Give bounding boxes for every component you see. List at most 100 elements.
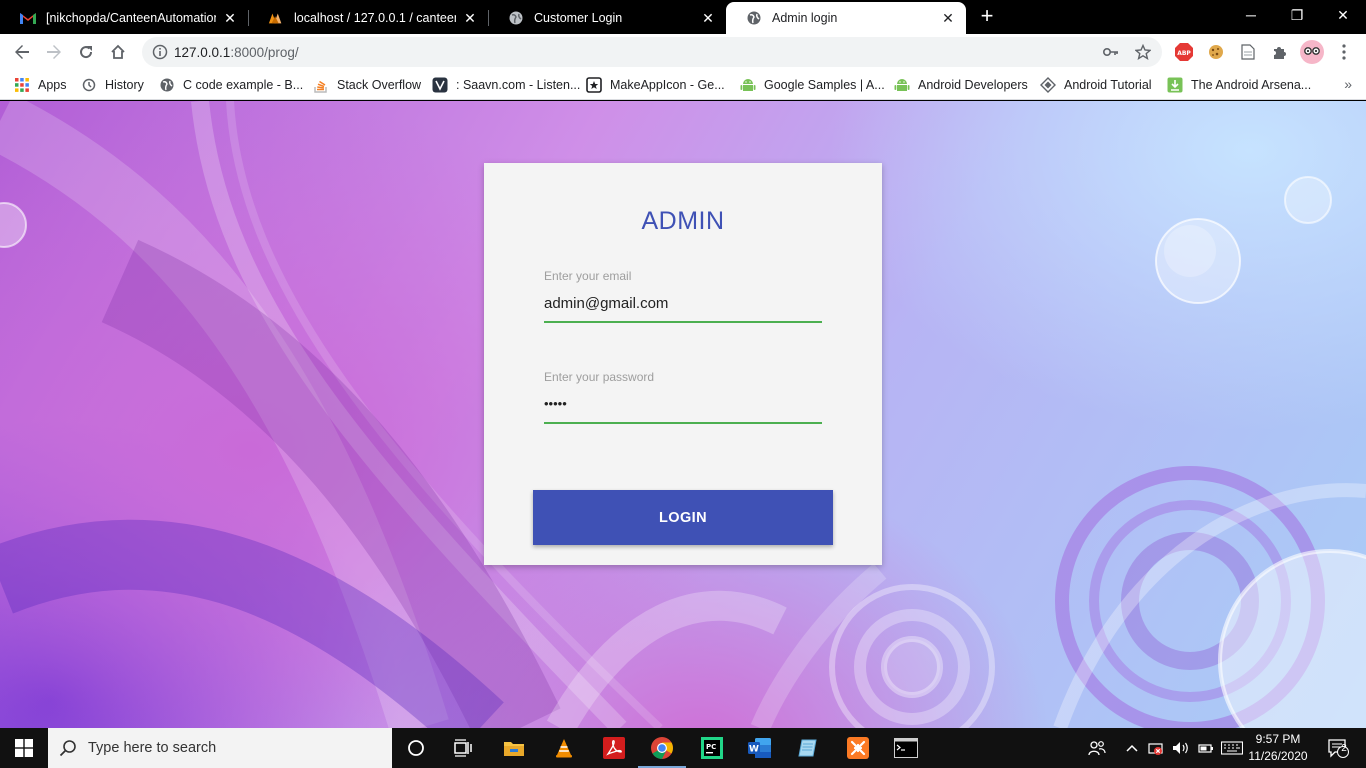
taskbar-search-box[interactable]: Type here to search bbox=[48, 728, 392, 768]
extensions-puzzle-icon[interactable] bbox=[1270, 42, 1290, 62]
bookmark-label: Android Developers bbox=[918, 78, 1028, 92]
svg-text:W: W bbox=[749, 745, 759, 755]
new-tab-button[interactable]: + bbox=[976, 5, 998, 28]
email-label: Enter your email bbox=[544, 269, 632, 283]
svg-text:ABP: ABP bbox=[1177, 50, 1191, 57]
tab-admin-login[interactable]: Admin login ✕ bbox=[726, 2, 966, 34]
bookmark-android-tutorial[interactable]: Android Tutorial bbox=[1040, 76, 1152, 94]
forward-arrow-icon bbox=[47, 45, 61, 59]
battery-warning-icon[interactable] bbox=[1146, 728, 1168, 768]
address-bar[interactable]: 127.0.0.1:8000/prog/ bbox=[142, 37, 1162, 67]
taskbar-clock[interactable]: 9:57 PM 11/26/2020 bbox=[1244, 731, 1312, 765]
reload-button[interactable] bbox=[72, 38, 100, 66]
bookmark-android-developers[interactable]: Android Developers bbox=[894, 76, 1028, 94]
home-button[interactable] bbox=[104, 38, 132, 66]
acrobat-icon[interactable] bbox=[600, 734, 628, 762]
close-window-button[interactable]: ✕ bbox=[1320, 0, 1366, 30]
forward-button[interactable] bbox=[40, 38, 68, 66]
history-icon bbox=[81, 77, 97, 93]
volume-icon[interactable] bbox=[1170, 728, 1192, 768]
xampp-icon[interactable] bbox=[844, 734, 872, 762]
bookmark-google-samples[interactable]: Google Samples | A... bbox=[740, 76, 885, 94]
password-input[interactable]: ••••• bbox=[544, 396, 822, 418]
bookmarks-overflow-button[interactable]: » bbox=[1344, 76, 1352, 92]
arsenal-icon bbox=[1167, 77, 1183, 93]
windows-logo-icon bbox=[15, 739, 33, 757]
bookmark-apps[interactable]: Apps bbox=[14, 76, 67, 94]
power-plug-icon[interactable] bbox=[1194, 728, 1216, 768]
document-icon[interactable] bbox=[1238, 42, 1258, 62]
tab-close-icon[interactable]: ✕ bbox=[222, 10, 238, 26]
bookmark-label: The Android Arsena... bbox=[1191, 78, 1312, 92]
bookmark-history[interactable]: History bbox=[81, 76, 144, 94]
cortana-icon[interactable] bbox=[402, 734, 430, 762]
globe-icon bbox=[508, 10, 524, 26]
tab-close-icon[interactable]: ✕ bbox=[940, 10, 956, 26]
restore-button[interactable]: ❐ bbox=[1274, 0, 1320, 30]
email-input[interactable]: admin@gmail.com bbox=[544, 295, 822, 317]
login-button[interactable]: LOGIN bbox=[533, 490, 833, 545]
cookie-icon[interactable] bbox=[1206, 42, 1226, 62]
page-content: ADMIN Enter your email admin@gmail.com E… bbox=[0, 101, 1366, 728]
people-icon[interactable] bbox=[1084, 728, 1110, 768]
tab-title: [nikchopda/CanteenAutomation] bbox=[46, 11, 216, 25]
android-icon bbox=[894, 77, 910, 93]
login-heading: ADMIN bbox=[641, 207, 725, 235]
clock-date: 11/26/2020 bbox=[1248, 749, 1308, 763]
bookmark-stackoverflow[interactable]: Stack Overflow bbox=[313, 76, 421, 94]
bookmark-android-arsenal[interactable]: The Android Arsena... bbox=[1167, 76, 1311, 94]
bookmark-makeappicon[interactable]: MakeAppIcon - Ge... bbox=[586, 76, 725, 94]
tab-customer-login[interactable]: Customer Login ✕ bbox=[488, 2, 726, 34]
word-icon[interactable]: W bbox=[746, 734, 774, 762]
minimize-button[interactable]: ─ bbox=[1228, 0, 1274, 30]
profile-avatar-icon[interactable] bbox=[1300, 40, 1324, 64]
email-field-group: Enter your email admin@gmail.com bbox=[544, 269, 822, 323]
reload-icon bbox=[80, 46, 93, 59]
makeappicon-icon bbox=[586, 77, 602, 93]
windows-taskbar: Type here to search PC W 9:57 PM 11/26/2… bbox=[0, 728, 1366, 768]
tray-chevron-up-icon[interactable] bbox=[1122, 728, 1142, 768]
bookmark-label: Google Samples | A... bbox=[764, 78, 885, 92]
bookmark-star-icon[interactable] bbox=[1134, 43, 1152, 61]
pycharm-icon[interactable]: PC bbox=[698, 734, 726, 762]
bookmark-saavn[interactable]: : Saavn.com - Listen... bbox=[432, 76, 580, 94]
keyboard-icon[interactable] bbox=[1220, 728, 1244, 768]
bookmark-label: Android Tutorial bbox=[1064, 78, 1152, 92]
apps-grid-icon bbox=[14, 77, 30, 93]
bookmark-label: MakeAppIcon - Ge... bbox=[610, 78, 725, 92]
key-icon[interactable] bbox=[1102, 43, 1120, 61]
tab-phpmyadmin[interactable]: localhost / 127.0.0.1 / canteenautomatio… bbox=[248, 2, 488, 34]
menu-kebab-icon[interactable] bbox=[1334, 42, 1354, 62]
start-button[interactable] bbox=[0, 728, 48, 768]
site-info-icon[interactable] bbox=[152, 44, 168, 60]
bookmark-label: C code example - B... bbox=[183, 78, 304, 92]
notepad-icon[interactable] bbox=[794, 734, 822, 762]
stackoverflow-icon bbox=[313, 77, 329, 93]
tab-close-icon[interactable]: ✕ bbox=[462, 10, 478, 26]
bookmark-c-code[interactable]: C code example - B... bbox=[159, 76, 303, 94]
task-view-icon[interactable] bbox=[450, 734, 478, 762]
url-text: 127.0.0.1:8000/prog/ bbox=[174, 45, 299, 60]
password-label: Enter your password bbox=[544, 370, 655, 384]
browser-toolbar: 127.0.0.1:8000/prog/ ABP bbox=[0, 34, 1366, 70]
adblock-plus-icon[interactable]: ABP bbox=[1174, 42, 1194, 62]
command-prompt-icon[interactable] bbox=[892, 734, 920, 762]
saavn-icon bbox=[432, 77, 448, 93]
bookmarks-bar: Apps History C code example - B... Stack… bbox=[0, 70, 1366, 100]
chrome-icon[interactable] bbox=[648, 734, 676, 762]
tab-gmail[interactable]: [nikchopda/CanteenAutomation] ✕ bbox=[0, 2, 248, 34]
url-host: 127.0.0.1 bbox=[174, 45, 231, 60]
notification-count: 2 bbox=[1341, 743, 1347, 754]
url-path: :8000/prog/ bbox=[230, 45, 299, 60]
notification-center-button[interactable]: 2 bbox=[1318, 728, 1358, 768]
vlc-icon[interactable] bbox=[550, 734, 578, 762]
tab-close-icon[interactable]: ✕ bbox=[700, 10, 716, 26]
gmail-icon bbox=[20, 10, 36, 26]
password-underline bbox=[544, 422, 822, 424]
diamond-icon bbox=[1040, 77, 1056, 93]
password-field-group: Enter your password ••••• bbox=[544, 370, 822, 424]
bookmark-label: Apps bbox=[38, 78, 67, 92]
tab-title: localhost / 127.0.0.1 / canteenautomatio… bbox=[294, 11, 456, 25]
back-button[interactable] bbox=[8, 38, 36, 66]
file-explorer-icon[interactable] bbox=[500, 734, 528, 762]
